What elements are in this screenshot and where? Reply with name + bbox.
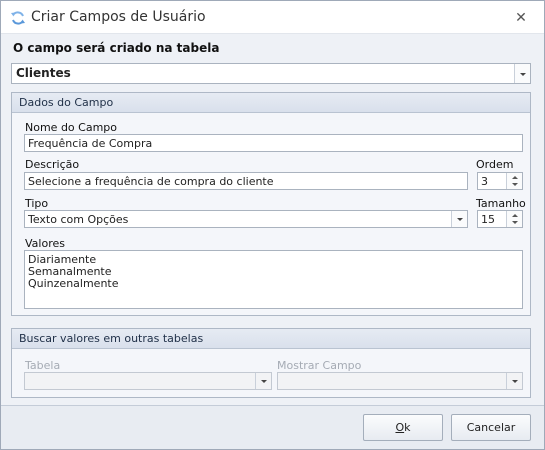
size-stepper[interactable]: 15: [477, 210, 523, 228]
lookup-group-title: Buscar valores em outras tabelas: [19, 332, 204, 345]
description-label: Descrição: [25, 158, 80, 171]
show-field-select[interactable]: [277, 372, 523, 390]
order-decrement-button[interactable]: [506, 181, 522, 189]
field-data-group-header: Dados do Campo: [12, 93, 530, 113]
lookup-table-label: Tabela: [25, 359, 61, 372]
chevron-down-icon[interactable]: [451, 211, 467, 227]
size-label: Tamanho: [476, 197, 526, 210]
size-increment-button[interactable]: [506, 211, 522, 219]
lookup-table-select[interactable]: [24, 372, 272, 390]
size-value: 15: [481, 213, 495, 226]
type-label: Tipo: [25, 197, 49, 210]
lookup-group-header: Buscar valores em outras tabelas: [12, 329, 530, 349]
order-value: 3: [481, 175, 488, 188]
lookup-group: Buscar valores em outras tabelas Tabela …: [11, 328, 531, 398]
close-icon: ✕: [515, 10, 527, 26]
close-button[interactable]: ✕: [511, 9, 531, 27]
cancel-button[interactable]: Cancelar: [451, 414, 531, 441]
title-bar: Criar Campos de Usuário ✕: [1, 1, 544, 34]
create-user-field-dialog: Criar Campos de Usuário ✕ O campo será c…: [0, 0, 545, 450]
chevron-down-icon[interactable]: [514, 64, 530, 83]
description-value: Selecione a frequência de compra do clie…: [28, 175, 274, 188]
description-input[interactable]: Selecione a frequência de compra do clie…: [24, 172, 468, 190]
order-label: Ordem: [476, 158, 514, 171]
ok-button[interactable]: Ok: [363, 414, 443, 441]
table-select-value: Clientes: [16, 66, 71, 80]
show-field-label: Mostrar Campo: [277, 359, 362, 372]
field-name-label: Nome do Campo: [25, 121, 117, 134]
ok-mnemonic: O: [395, 421, 405, 434]
order-increment-button[interactable]: [506, 173, 522, 181]
refresh-icon: [11, 11, 25, 25]
field-data-group: Dados do Campo Nome do Campo Frequência …: [11, 92, 531, 316]
table-select[interactable]: Clientes: [11, 63, 531, 84]
table-section-heading: O campo será criado na tabela: [13, 41, 220, 55]
values-textarea[interactable]: Diariamente Semanalmente Quinzenalmente: [24, 250, 523, 309]
field-data-group-title: Dados do Campo: [19, 96, 114, 109]
ok-label: k: [404, 421, 411, 434]
window-title: Criar Campos de Usuário: [31, 9, 206, 25]
type-value: Texto com Opções: [28, 213, 129, 226]
order-stepper[interactable]: 3: [477, 172, 523, 190]
field-name-input[interactable]: Frequência de Compra: [24, 134, 523, 152]
value-option: Quinzenalmente: [28, 277, 119, 290]
chevron-down-icon[interactable]: [506, 373, 522, 389]
chevron-down-icon[interactable]: [255, 373, 271, 389]
size-decrement-button[interactable]: [506, 219, 522, 227]
type-select[interactable]: Texto com Opções: [24, 210, 468, 228]
field-name-value: Frequência de Compra: [28, 137, 153, 150]
dialog-footer: Ok Cancelar: [1, 405, 544, 449]
values-label: Valores: [25, 237, 65, 250]
